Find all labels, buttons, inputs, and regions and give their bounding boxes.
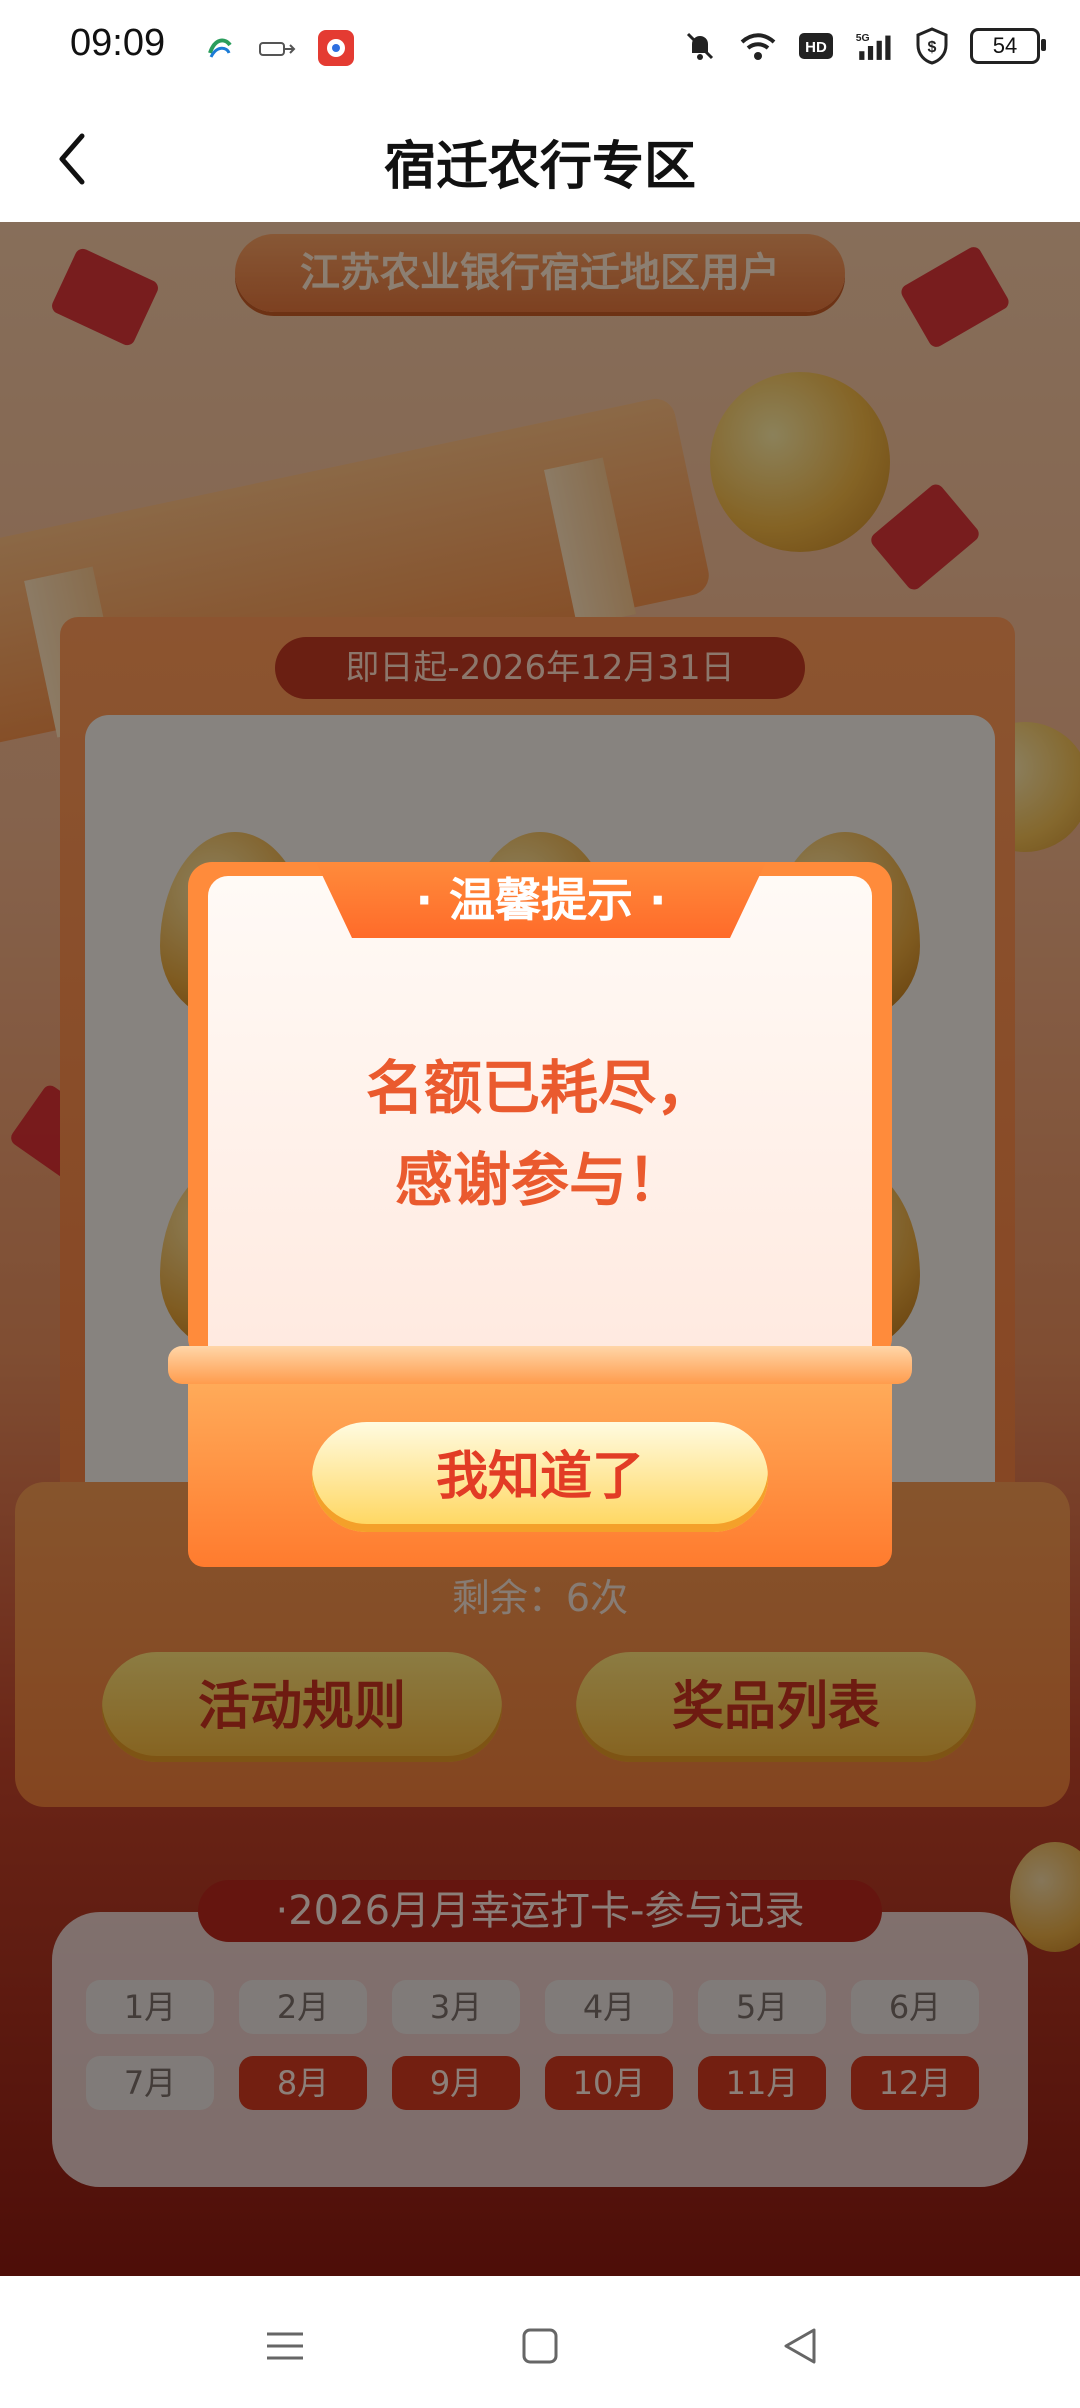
page-title: 宿迁农行专区 [383, 137, 696, 197]
menu-icon[interactable] [255, 2316, 315, 2376]
mute-bell-icon [680, 26, 720, 66]
signal-icon: 5G [854, 26, 894, 66]
back-triangle-icon[interactable] [770, 2316, 830, 2376]
dialog-message-line2: 感谢参与！ [394, 1146, 685, 1214]
wifi-icon [738, 26, 778, 66]
home-icon[interactable] [510, 2316, 570, 2376]
dialog-message-line1: 名额已耗尽， [365, 1054, 714, 1122]
status-time: 09:09 [70, 22, 166, 64]
svg-text:$: $ [928, 39, 937, 56]
system-nav-bar [0, 2276, 1080, 2408]
svg-text:HD: HD [805, 39, 827, 56]
svg-text:5G: 5G [856, 33, 870, 44]
battery-level: 54 [992, 33, 1018, 58]
ok-button[interactable]: 我知道了 [312, 1422, 768, 1532]
hd-icon: HD [796, 26, 836, 66]
app-notification-icon [316, 28, 356, 68]
battery-icon: 54 [970, 28, 1046, 64]
tip-dialog: · 温馨提示 · 名额已耗尽， 感谢参与！ 我知道了 [168, 862, 912, 1567]
data-transfer-icon [258, 28, 298, 68]
dialog-message: 名额已耗尽， 感谢参与！ [208, 1042, 872, 1226]
page-header: 宿迁农行专区 [0, 96, 1080, 223]
status-left-icons [200, 28, 356, 68]
china-mobile-icon [200, 28, 240, 68]
status-bar: 09:09 HD 5G $ 54 [0, 0, 1080, 96]
shield-dollar-icon: $ [912, 26, 952, 66]
dialog-title: · 温馨提示 · [316, 862, 766, 938]
status-right-icons: HD 5G $ 54 [680, 26, 1046, 66]
dialog-base-rim [168, 1346, 912, 1384]
